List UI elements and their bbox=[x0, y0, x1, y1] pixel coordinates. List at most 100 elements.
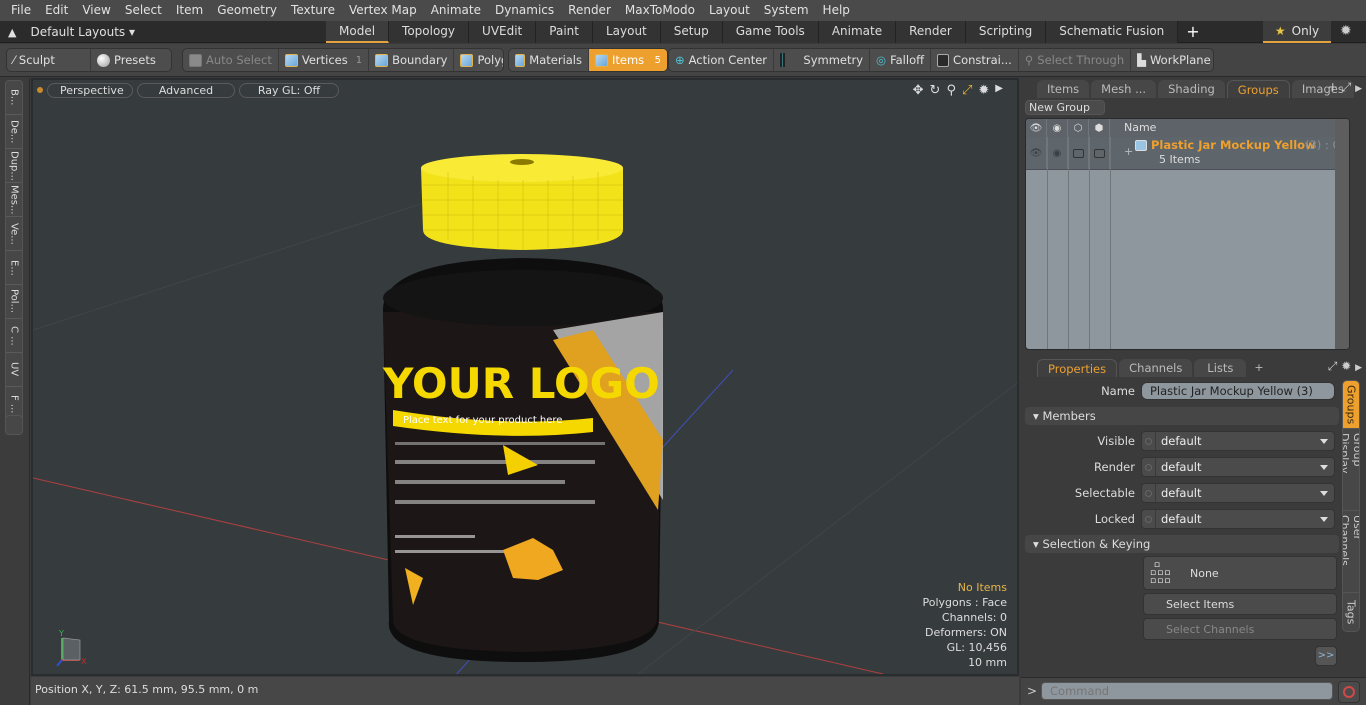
menu-vertex-map[interactable]: Vertex Map bbox=[342, 0, 424, 21]
collapse-up-icon[interactable]: ▲ bbox=[8, 26, 16, 39]
action-center-button[interactable]: ⊕ Action Center bbox=[669, 49, 775, 71]
tab-lists[interactable]: Lists bbox=[1194, 359, 1247, 377]
viewport-gear-icon[interactable]: ✹ bbox=[978, 83, 989, 98]
tab-groups[interactable]: Groups bbox=[1226, 80, 1290, 98]
polygons-button[interactable]: Polygons bbox=[454, 49, 503, 71]
tab-properties[interactable]: Properties bbox=[1037, 359, 1118, 377]
left-tab-edge[interactable]: E... bbox=[6, 251, 22, 285]
left-tab-uv[interactable]: UV bbox=[6, 353, 22, 387]
tab-animate[interactable]: Animate bbox=[818, 21, 897, 43]
tab-game-tools[interactable]: Game Tools bbox=[722, 21, 819, 43]
tab-topology[interactable]: Topology bbox=[389, 21, 470, 43]
tab-setup[interactable]: Setup bbox=[660, 21, 723, 43]
tab-shading[interactable]: Shading bbox=[1158, 80, 1225, 98]
tab-items[interactable]: Items bbox=[1037, 80, 1090, 98]
move-view-icon[interactable]: ✥ bbox=[913, 83, 924, 98]
left-extra-tab[interactable] bbox=[5, 415, 23, 435]
menu-edit[interactable]: Edit bbox=[38, 0, 75, 21]
raygl-button[interactable]: Ray GL: Off bbox=[239, 82, 339, 98]
group-name-input[interactable]: Plastic Jar Mockup Yellow (3) bbox=[1141, 382, 1335, 400]
new-group-button[interactable]: New Group bbox=[1025, 100, 1105, 115]
materials-button[interactable]: Materials bbox=[509, 49, 589, 71]
menu-help[interactable]: Help bbox=[816, 0, 857, 21]
maximize-view-icon[interactable]: ⤢ bbox=[962, 83, 972, 98]
rotate-view-icon[interactable]: ↻ bbox=[930, 83, 941, 98]
props-gear-icon[interactable]: ✹ bbox=[1341, 359, 1351, 373]
props-more-icon[interactable]: ▶ bbox=[1355, 363, 1362, 373]
record-button[interactable] bbox=[1338, 681, 1360, 703]
side-tab-group-display[interactable]: Group Display bbox=[1343, 429, 1359, 511]
visibility-column-icon[interactable]: 👁 bbox=[1026, 119, 1047, 137]
name-column-header[interactable]: Name bbox=[1110, 119, 1156, 137]
row-visibility-icon[interactable]: 👁 bbox=[1026, 137, 1047, 169]
workplane-button[interactable]: ▙ WorkPlane bbox=[1131, 49, 1213, 71]
tab-model[interactable]: Model bbox=[326, 21, 390, 43]
side-tab-user-channels[interactable]: User Channels bbox=[1343, 511, 1359, 593]
boundary-button[interactable]: Boundary bbox=[369, 49, 455, 71]
presets-button[interactable]: Presets bbox=[91, 49, 162, 71]
left-tab-vertex[interactable]: Ve... bbox=[6, 217, 22, 251]
left-tab-curve[interactable]: C ... bbox=[6, 319, 22, 353]
select-channels-button[interactable]: Select Channels bbox=[1143, 618, 1337, 640]
list-scrollbar[interactable] bbox=[1335, 119, 1349, 349]
menu-maxtomodo[interactable]: MaxToModo bbox=[618, 0, 702, 21]
tab-render[interactable]: Render bbox=[896, 21, 966, 43]
side-tab-groups[interactable]: Groups bbox=[1343, 381, 1359, 429]
locked-select[interactable]: default bbox=[1141, 509, 1335, 529]
default-layouts-dropdown[interactable]: Default Layouts ▾ bbox=[30, 25, 135, 39]
tab-paint[interactable]: Paint bbox=[536, 21, 593, 43]
selection-keying-section[interactable]: ▾ Selection & Keying bbox=[1025, 535, 1339, 553]
left-tab-polygon[interactable]: Pol... bbox=[6, 285, 22, 319]
tab-uvedit[interactable]: UVEdit bbox=[469, 21, 537, 43]
select-items-button[interactable]: Select Items bbox=[1143, 593, 1337, 615]
add-tab-icon[interactable]: + bbox=[1178, 21, 1207, 43]
view-perspective-button[interactable]: Perspective bbox=[47, 82, 133, 98]
tab-scripting[interactable]: Scripting bbox=[965, 21, 1047, 43]
select-through-button[interactable]: ⚲ Select Through bbox=[1019, 49, 1132, 71]
menu-view[interactable]: View bbox=[75, 0, 117, 21]
expand-group-icon[interactable]: + bbox=[1124, 145, 1133, 158]
menu-select[interactable]: Select bbox=[118, 0, 169, 21]
menu-dynamics[interactable]: Dynamics bbox=[488, 0, 561, 21]
render-column-icon[interactable]: ◉ bbox=[1047, 119, 1068, 137]
menu-file[interactable]: File bbox=[4, 0, 38, 21]
left-tab-deform[interactable]: De... bbox=[6, 115, 22, 149]
menu-system[interactable]: System bbox=[757, 0, 816, 21]
menu-geometry[interactable]: Geometry bbox=[210, 0, 284, 21]
row-select-toggle[interactable] bbox=[1089, 137, 1110, 169]
tab-mesh[interactable]: Mesh ... bbox=[1091, 80, 1157, 98]
members-section[interactable]: ▾ Members bbox=[1025, 407, 1339, 425]
falloff-button[interactable]: ◎ Falloff bbox=[870, 49, 932, 71]
selectable-select[interactable]: default bbox=[1141, 483, 1335, 503]
menu-texture[interactable]: Texture bbox=[284, 0, 342, 21]
tab-schematic-fusion[interactable]: Schematic Fusion bbox=[1046, 21, 1179, 43]
symmetry-button[interactable]: Symmetry bbox=[774, 49, 871, 71]
row-render-icon[interactable]: ◉ bbox=[1047, 137, 1068, 169]
menu-layout[interactable]: Layout bbox=[702, 0, 757, 21]
add-panel-tab-icon[interactable]: + bbox=[1328, 80, 1338, 94]
menu-item[interactable]: Item bbox=[169, 0, 210, 21]
visible-select[interactable]: default bbox=[1141, 431, 1335, 451]
zoom-view-icon[interactable]: ⚲ bbox=[946, 83, 956, 98]
menu-animate[interactable]: Animate bbox=[424, 0, 488, 21]
more-button[interactable]: >> bbox=[1315, 646, 1337, 666]
auto-select-button[interactable]: Auto Select bbox=[183, 49, 279, 71]
only-toggle[interactable]: ★ Only bbox=[1263, 21, 1331, 43]
panel-more-icon[interactable]: ▶ bbox=[1355, 84, 1362, 94]
expand-panel-icon[interactable]: ⤢ bbox=[1342, 80, 1352, 94]
row-lock-toggle[interactable] bbox=[1068, 137, 1089, 169]
tab-layout[interactable]: Layout bbox=[592, 21, 661, 43]
groups-list[interactable]: 👁 ◉ ⬡ ⬢ Name 👁 ◉ + Plastic Jar Mockup Ye… bbox=[1025, 118, 1350, 350]
left-tab-basic[interactable]: B... bbox=[6, 81, 22, 115]
none-hierarchy-button[interactable]: ▫ ▫▫▫ ▫▫▫ None bbox=[1143, 556, 1337, 590]
sculpt-button[interactable]: ⁄ Sculpt bbox=[7, 49, 91, 71]
command-input[interactable] bbox=[1041, 682, 1333, 700]
constraints-button[interactable]: Constrai... bbox=[931, 49, 1019, 71]
gear-icon[interactable]: ✹ bbox=[1340, 23, 1352, 39]
items-button[interactable]: Items 5 bbox=[589, 49, 667, 71]
group-row[interactable]: 👁 ◉ + Plastic Jar Mockup Yellow (3) : G.… bbox=[1026, 137, 1349, 170]
3d-viewport[interactable]: YOUR LOGO Place text for your product he… bbox=[31, 78, 1019, 676]
viewport-status-dot[interactable] bbox=[37, 87, 43, 93]
lock-column-icon[interactable]: ⬡ bbox=[1068, 119, 1089, 137]
side-tab-tags[interactable]: Tags bbox=[1343, 593, 1359, 631]
